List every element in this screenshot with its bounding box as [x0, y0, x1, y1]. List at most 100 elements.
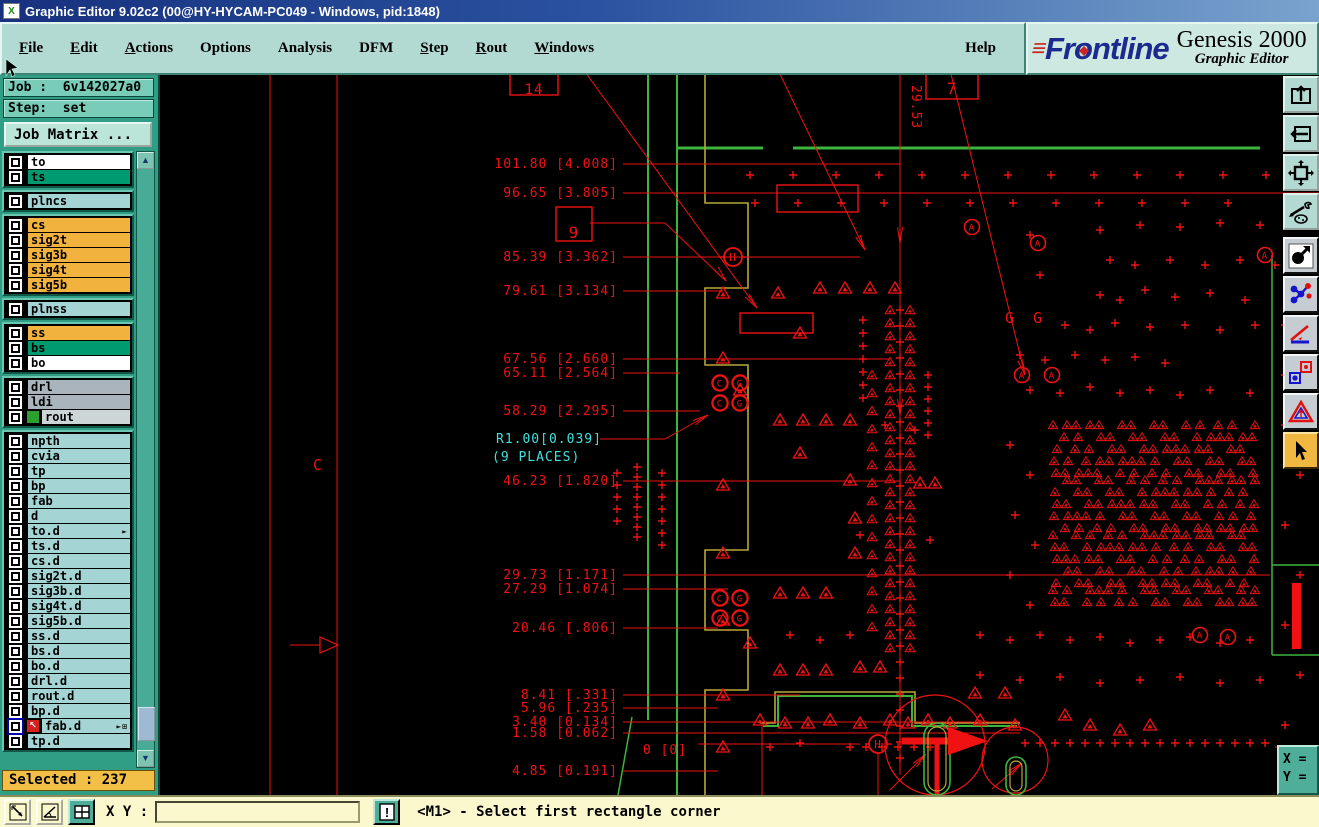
layer-name[interactable]: sig5b.d: [27, 613, 131, 629]
layer-row-ss[interactable]: ss: [5, 325, 131, 341]
layer-checkbox[interactable]: [9, 494, 22, 508]
layer-name[interactable]: fab: [27, 493, 131, 509]
box-left-arrow-button[interactable]: [1283, 115, 1319, 152]
layer-name[interactable]: tp.d: [27, 733, 131, 749]
job-matrix-button[interactable]: Job Matrix ...: [4, 122, 152, 147]
alert-button[interactable]: !: [373, 799, 401, 825]
layer-row-cvia[interactable]: cvia: [5, 448, 131, 464]
layer-checkbox[interactable]: [9, 719, 22, 733]
layer-name[interactable]: sig2t.d: [27, 568, 131, 584]
layer-row-bo[interactable]: bo: [5, 355, 131, 371]
layer-name[interactable]: ss: [27, 325, 131, 341]
layer-checkbox[interactable]: [9, 614, 22, 628]
layer-name[interactable]: sig2t: [27, 232, 131, 248]
layer-checkbox[interactable]: [9, 302, 22, 316]
layer-row-d[interactable]: d: [5, 508, 131, 524]
move-button[interactable]: [1283, 237, 1319, 274]
layer-row-sig5b[interactable]: sig5b: [5, 277, 131, 293]
layer-checkbox[interactable]: [9, 380, 22, 394]
layer-name[interactable]: ts: [27, 169, 131, 185]
layer-checkbox[interactable]: [9, 554, 22, 568]
layer-name[interactable]: bo: [27, 355, 131, 371]
edit-tools-button[interactable]: [1283, 193, 1319, 230]
layer-row-plncs[interactable]: plncs: [5, 193, 131, 209]
pcb-canvas[interactable]: 101.80 [4.008] 96.65 [3.805] 85.39 [3.362]…: [160, 75, 1319, 795]
menu-edit[interactable]: Edit: [70, 40, 98, 57]
layer-name[interactable]: plncs: [27, 193, 131, 209]
layer-name[interactable]: drl.d: [27, 673, 131, 689]
layer-checkbox[interactable]: [9, 194, 22, 208]
layer-name[interactable]: tp: [27, 463, 131, 479]
flip-triangle-button[interactable]: [1283, 393, 1319, 430]
layer-row-drl.d[interactable]: drl.d: [5, 673, 131, 689]
layer-row-rout.d[interactable]: rout.d: [5, 688, 131, 704]
layer-row-sig2t[interactable]: sig2t: [5, 232, 131, 248]
layer-copy-button[interactable]: [1283, 354, 1319, 391]
layer-name[interactable]: to: [27, 154, 131, 170]
layer-row-to[interactable]: to: [5, 154, 131, 170]
layer-name[interactable]: cs: [27, 217, 131, 233]
layer-name[interactable]: fab.d ►⊞: [41, 718, 131, 734]
layer-row-tp[interactable]: tp: [5, 463, 131, 479]
layer-row-ts[interactable]: ts: [5, 169, 131, 185]
layer-row-fab.d[interactable]: ↖ fab.d ►⊞: [5, 718, 131, 734]
layer-checkbox[interactable]: [9, 155, 22, 169]
layer-name[interactable]: rout.d: [27, 688, 131, 704]
menu-actions[interactable]: Actions: [125, 40, 173, 57]
layer-checkbox[interactable]: [9, 218, 22, 232]
layer-checkbox[interactable]: [9, 584, 22, 598]
box-up-arrow-button[interactable]: [1283, 76, 1319, 113]
layer-checkbox[interactable]: [9, 410, 22, 424]
menu-rout[interactable]: Rout: [476, 40, 508, 57]
layer-name[interactable]: to.d ►: [27, 523, 131, 539]
grid-window-button[interactable]: [68, 799, 95, 825]
layer-name[interactable]: bo.d: [27, 658, 131, 674]
layer-checkbox[interactable]: [9, 509, 22, 523]
layer-checkbox[interactable]: [9, 434, 22, 448]
layer-name[interactable]: npth: [27, 433, 131, 449]
layer-name[interactable]: sig3b.d: [27, 583, 131, 599]
layer-checkbox[interactable]: [9, 449, 22, 463]
layer-checkbox[interactable]: [9, 326, 22, 340]
layer-row-ss.d[interactable]: ss.d: [5, 628, 131, 644]
fit-view-button[interactable]: [1283, 154, 1319, 191]
layer-checkbox[interactable]: [9, 569, 22, 583]
scroll-up-button[interactable]: ▲: [137, 152, 154, 169]
layer-row-sig3b.d[interactable]: sig3b.d: [5, 583, 131, 599]
layer-checkbox[interactable]: [9, 704, 22, 718]
menu-windows[interactable]: Windows: [534, 40, 594, 57]
layer-checkbox[interactable]: [9, 479, 22, 493]
layer-row-drl[interactable]: drl: [5, 379, 131, 395]
layer-row-sig2t.d[interactable]: sig2t.d: [5, 568, 131, 584]
measure-angle-button[interactable]: [1283, 315, 1319, 352]
layer-row-sig5b.d[interactable]: sig5b.d: [5, 613, 131, 629]
layer-row-to.d[interactable]: to.d ►: [5, 523, 131, 539]
layer-checkbox[interactable]: [9, 356, 22, 370]
layer-name[interactable]: sig4t.d: [27, 598, 131, 614]
layer-row-npth[interactable]: npth: [5, 433, 131, 449]
layer-checkbox[interactable]: [9, 674, 22, 688]
menu-step[interactable]: Step: [420, 40, 448, 57]
layer-row-fab[interactable]: fab: [5, 493, 131, 509]
layer-checkbox[interactable]: [9, 644, 22, 658]
layer-name[interactable]: cvia: [27, 448, 131, 464]
layer-list-scrollbar[interactable]: ▲ ▼: [136, 151, 155, 768]
layer-checkbox[interactable]: [9, 734, 22, 748]
angle-measure-button[interactable]: [36, 799, 63, 825]
layer-row-sig3b[interactable]: sig3b: [5, 247, 131, 263]
layer-name[interactable]: bp.d: [27, 703, 131, 719]
layer-checkbox[interactable]: [9, 263, 22, 277]
layer-checkbox[interactable]: [9, 464, 22, 478]
layer-row-ldi[interactable]: ldi: [5, 394, 131, 410]
layer-checkbox[interactable]: [9, 599, 22, 613]
layer-row-ts.d[interactable]: ts.d: [5, 538, 131, 554]
menu-analysis[interactable]: Analysis: [278, 40, 332, 57]
layer-row-plnss[interactable]: plnss: [5, 301, 131, 317]
layer-row-sig4t.d[interactable]: sig4t.d: [5, 598, 131, 614]
menu-options[interactable]: Options: [200, 40, 251, 57]
layer-name[interactable]: plnss: [27, 301, 131, 317]
scroll-down-button[interactable]: ▼: [137, 750, 154, 767]
layer-name[interactable]: ss.d: [27, 628, 131, 644]
layer-name[interactable]: sig3b: [27, 247, 131, 263]
layer-row-sig4t[interactable]: sig4t: [5, 262, 131, 278]
